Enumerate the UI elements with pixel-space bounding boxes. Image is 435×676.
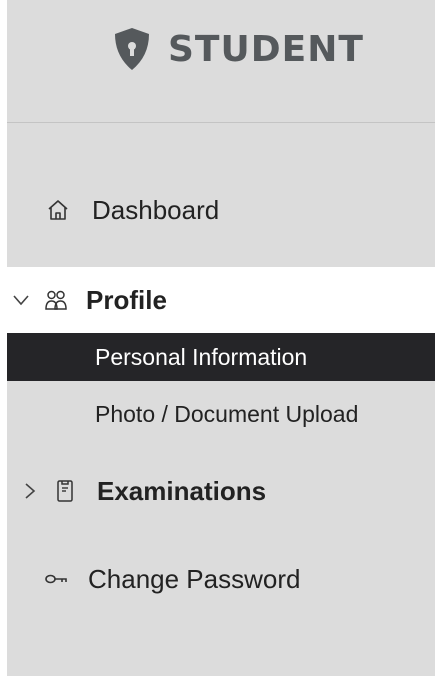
home-icon bbox=[46, 198, 70, 222]
subnav-item-photo-document-upload[interactable]: Photo / Document Upload bbox=[7, 390, 435, 438]
subnav-item-personal-information[interactable]: Personal Information bbox=[7, 333, 435, 381]
clipboard-icon bbox=[53, 479, 77, 503]
sidebar: STUDENT Dashboard Profile Personal Infor… bbox=[0, 0, 435, 676]
brand-title: STUDENT bbox=[168, 28, 364, 70]
nav-item-dashboard[interactable]: Dashboard bbox=[7, 185, 435, 235]
brand-logo[interactable]: STUDENT bbox=[112, 26, 364, 72]
nav-item-profile[interactable]: Profile bbox=[0, 267, 435, 333]
chevron-down-icon bbox=[12, 291, 30, 309]
shield-icon bbox=[112, 26, 152, 72]
nav-label-profile: Profile bbox=[86, 284, 167, 315]
users-icon bbox=[44, 288, 68, 312]
nav-label-examinations: Examinations bbox=[97, 475, 267, 506]
nav-label-change-password: Change Password bbox=[88, 563, 301, 594]
brand-header: STUDENT bbox=[7, 0, 435, 123]
key-icon bbox=[44, 567, 68, 591]
chevron-right-icon bbox=[21, 482, 39, 500]
nav-label-dashboard: Dashboard bbox=[92, 194, 220, 225]
nav-item-examinations[interactable]: Examinations bbox=[7, 466, 435, 516]
nav-item-change-password[interactable]: Change Password bbox=[7, 554, 435, 604]
